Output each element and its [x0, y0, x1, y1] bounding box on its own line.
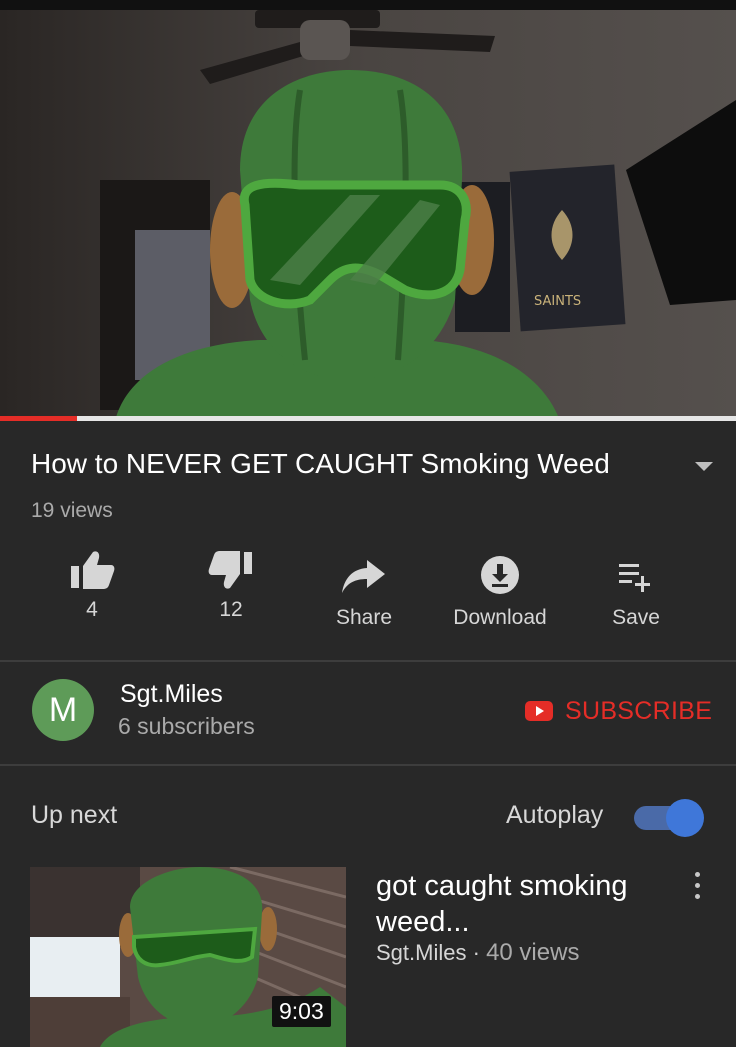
progress-played [0, 416, 78, 421]
caret-down-icon[interactable] [695, 462, 713, 471]
more-vert-icon[interactable] [690, 872, 704, 904]
subscribe-button[interactable]: SUBSCRIBE [525, 694, 712, 728]
divider [0, 660, 736, 662]
autoplay-toggle[interactable] [634, 799, 704, 837]
toggle-knob [666, 799, 704, 837]
channel-name[interactable]: Sgt.Miles [120, 680, 223, 709]
up-next-label: Up next [31, 801, 118, 829]
meta-separator: · [472, 940, 480, 965]
recommended-views: 40 views [486, 939, 580, 966]
share-label: Share [335, 606, 393, 629]
subscribe-label: SUBSCRIBE [565, 696, 713, 725]
divider [0, 764, 736, 766]
like-button[interactable]: 4 [62, 550, 122, 622]
dislike-button[interactable]: 12 [201, 550, 261, 622]
duration-badge: 9:03 [272, 996, 331, 1027]
recommended-title[interactable]: got caught smoking weed... [376, 868, 676, 940]
poster-text: SAINTS [534, 294, 581, 309]
video-title: How to NEVER GET CAUGHT Smoking Weed [31, 448, 610, 479]
download-button[interactable]: Download [445, 550, 555, 630]
autoplay-label: Autoplay [506, 801, 604, 829]
save-playlist-icon [619, 564, 650, 592]
subscriber-count: 6 subscribers [118, 713, 255, 739]
avatar[interactable]: M [32, 679, 94, 741]
view-count: 19 views [31, 499, 113, 522]
share-button[interactable]: Share [324, 550, 404, 630]
like-icon [71, 551, 115, 589]
download-icon [481, 556, 519, 594]
video-title-row[interactable]: How to NEVER GET CAUGHT Smoking Weed [31, 448, 713, 488]
save-button[interactable]: Save [600, 550, 672, 630]
dislike-icon [208, 551, 252, 589]
like-count: 4 [86, 598, 98, 621]
save-label: Save [612, 606, 660, 629]
recommended-thumbnail[interactable]: 9:03 [30, 867, 346, 1047]
video-player[interactable]: SAINTS [0, 0, 736, 421]
progress-bar[interactable] [0, 416, 736, 421]
recommended-meta: Sgt.Miles · 40 views [376, 939, 579, 967]
video-frame: SAINTS [0, 0, 736, 421]
download-label: Download [453, 606, 547, 629]
dislike-count: 12 [219, 598, 243, 621]
youtube-play-icon [525, 701, 553, 721]
share-icon [342, 560, 385, 593]
recommended-channel: Sgt.Miles [376, 940, 467, 965]
